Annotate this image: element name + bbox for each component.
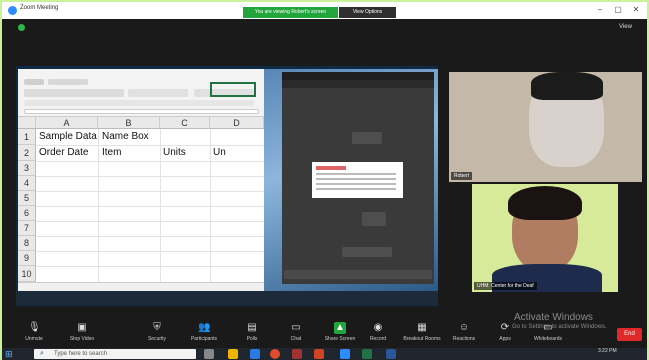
column-header-d[interactable]: D: [210, 117, 264, 129]
tray-clock[interactable]: 3:22 PM: [598, 348, 617, 354]
word-taskbar-icon[interactable]: [386, 349, 396, 359]
record-icon: ◉: [373, 322, 383, 333]
chrome-icon[interactable]: [270, 349, 280, 359]
participant-hair: [508, 186, 582, 220]
control-label: Chat: [290, 336, 302, 342]
share-screen-icon: ▲: [334, 322, 346, 334]
row-header-3[interactable]: 3: [18, 161, 36, 176]
viewing-screen-banner: You are viewing Robert's screen: [243, 7, 338, 18]
row-header-4[interactable]: 4: [18, 176, 36, 191]
selected-cell-outline: [210, 82, 256, 97]
shield-icon: ⛨: [153, 322, 161, 333]
row-header-6[interactable]: 6: [18, 206, 36, 221]
title-bar: Zoom Meeting You are viewing Robert's sc…: [2, 2, 647, 19]
cell-d2[interactable]: Un: [213, 147, 226, 158]
minimize-button[interactable]: –: [594, 4, 606, 16]
control-label: Whiteboards: [533, 336, 563, 342]
control-label: Polls: [246, 336, 258, 342]
control-label: Security: [147, 336, 167, 342]
row-header-10[interactable]: 10: [18, 266, 36, 282]
select-all-corner[interactable]: [18, 117, 36, 129]
chat-icon: ▭: [291, 322, 301, 333]
spreadsheet-grid[interactable]: A B C D 1 2 3 4 5 6 7 8 9 10 Sample Data…: [18, 117, 264, 282]
taskbar-search-placeholder: Type here to search: [54, 351, 108, 357]
browser-tab-bar: [282, 72, 434, 80]
meeting-controls: 🎙 Unmute ▣ Stop Video ⛨ Security 👥 Participants…: [2, 320, 647, 348]
task-view-icon[interactable]: [204, 349, 214, 359]
excel-taskbar-icon[interactable]: [362, 349, 372, 359]
powerpoint-icon[interactable]: [314, 349, 324, 359]
control-label: Participants: [190, 336, 218, 342]
end-meeting-button[interactable]: End: [617, 328, 642, 341]
window-title: Zoom Meeting: [20, 5, 59, 11]
column-header-a[interactable]: A: [36, 117, 98, 129]
pdf-thumbnail-strip[interactable]: [284, 270, 432, 279]
whiteboards-icon: ▭: [543, 322, 553, 333]
whiteboards-button[interactable]: ▭ Whiteboards: [526, 320, 570, 348]
participant-name-label: Robert: [451, 172, 473, 180]
stop-video-button[interactable]: ▣ Stop Video: [60, 320, 104, 348]
column-header-b[interactable]: B: [98, 117, 160, 129]
polls-icon: ▤: [247, 322, 257, 333]
encryption-shield-icon[interactable]: [18, 24, 25, 31]
participants-button[interactable]: 👥 Participants: [182, 320, 226, 348]
zoom-taskbar-icon[interactable]: [340, 349, 350, 359]
cell-a2[interactable]: Order Date: [39, 147, 88, 158]
mic-muted-icon: 🎙: [28, 322, 41, 333]
shared-taskbar: [16, 291, 438, 305]
breakout-rooms-button[interactable]: ▦ Breakout Rooms: [400, 320, 444, 348]
file-explorer-icon[interactable]: [228, 349, 238, 359]
control-label: Apps: [499, 336, 511, 342]
pdf-page-thumbnail: [312, 162, 403, 198]
search-icon: ⌕: [40, 350, 44, 357]
acrobat-icon[interactable]: [292, 349, 302, 359]
polls-button[interactable]: ▤ Polls: [230, 320, 274, 348]
cell-a1[interactable]: Sample Data: [39, 131, 97, 142]
maximize-button[interactable]: ▢: [612, 4, 624, 16]
sheet-tabs[interactable]: [18, 282, 264, 291]
video-icon: ▣: [77, 322, 87, 333]
participant-video-robert[interactable]: Robert: [449, 72, 642, 182]
participant-hair: [531, 72, 603, 100]
zoom-window: Zoom Meeting You are viewing Robert's sc…: [0, 0, 649, 360]
participant-name-label: UHM: Center for the Deaf: [474, 282, 537, 290]
row-header-7[interactable]: 7: [18, 221, 36, 236]
breakout-rooms-icon: ▦: [417, 322, 427, 333]
windows-taskbar: ⊞ ⌕ Type here to search 3:22 PM: [2, 348, 647, 360]
reactions-button[interactable]: ☺ Reactions: [442, 320, 486, 348]
excel-window: A B C D 1 2 3 4 5 6 7 8 9 10 Sample Data…: [18, 69, 264, 291]
row-header-8[interactable]: 8: [18, 236, 36, 251]
taskbar-search-box[interactable]: ⌕ Type here to search: [34, 349, 196, 359]
apps-button[interactable]: ⟳ Apps: [483, 320, 527, 348]
row-header-9[interactable]: 9: [18, 251, 36, 266]
view-options-button[interactable]: View Options: [339, 7, 396, 18]
row-header-5[interactable]: 5: [18, 191, 36, 206]
view-button[interactable]: View: [619, 24, 632, 30]
security-button[interactable]: ⛨ Security: [135, 320, 179, 348]
unmute-button[interactable]: 🎙 Unmute: [12, 320, 56, 348]
cell-c2[interactable]: Units: [163, 147, 186, 158]
zoom-logo-icon: [8, 6, 17, 15]
cell-b1[interactable]: Name Box: [102, 131, 149, 142]
control-label: Record: [369, 336, 387, 342]
apps-icon: ⟳: [500, 322, 510, 333]
control-label: Stop Video: [69, 336, 95, 342]
control-label: Reactions: [452, 336, 476, 342]
edge-icon[interactable]: [250, 349, 260, 359]
reactions-icon: ☺: [458, 322, 470, 333]
close-button[interactable]: ✕: [630, 4, 642, 16]
row-header-2[interactable]: 2: [18, 145, 36, 161]
row-header-1[interactable]: 1: [18, 129, 36, 145]
chat-button[interactable]: ▭ Chat: [274, 320, 318, 348]
control-label: Breakout Rooms: [403, 336, 441, 342]
column-header-c[interactable]: C: [160, 117, 210, 129]
record-button[interactable]: ◉ Record: [356, 320, 400, 348]
browser-address-bar[interactable]: [282, 80, 434, 88]
participant-video-center-for-deaf[interactable]: UHM: Center for the Deaf: [472, 184, 618, 292]
cell-b2[interactable]: Item: [102, 147, 121, 158]
control-label: Unmute: [25, 336, 43, 342]
participants-icon: 👥: [198, 322, 211, 333]
windows-start-icon[interactable]: ⊞: [5, 349, 15, 359]
